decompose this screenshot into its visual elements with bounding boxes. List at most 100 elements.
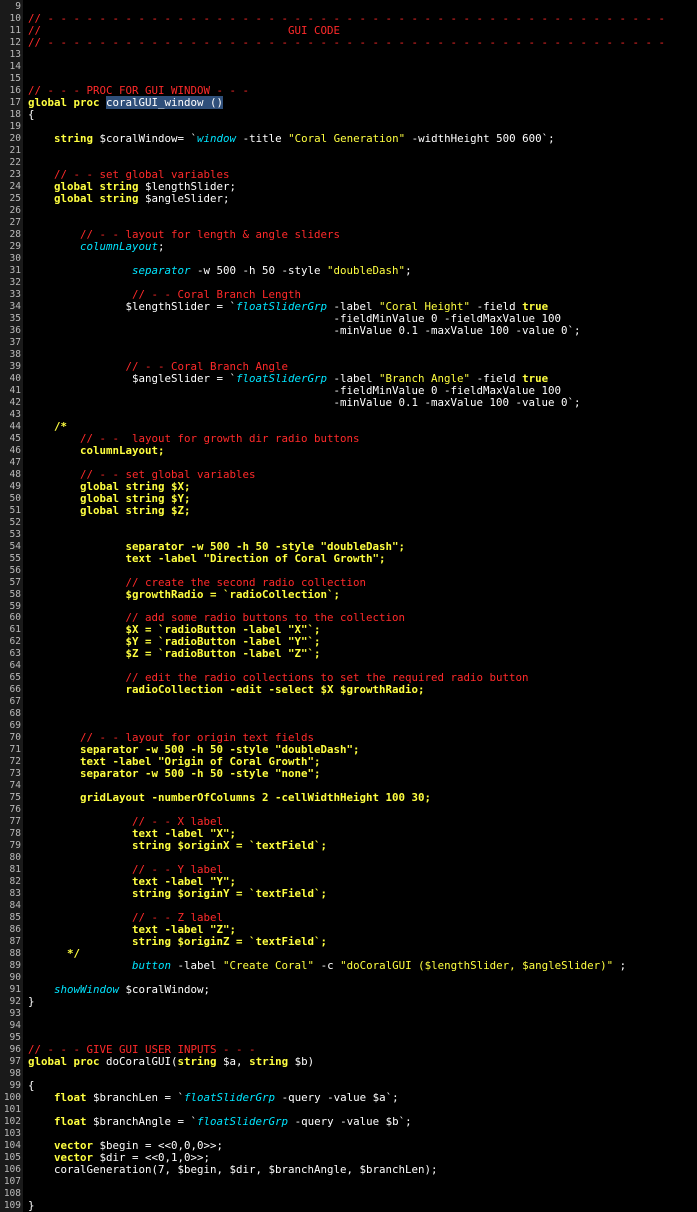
code-line[interactable]: 51 global string $Z; [0, 504, 697, 517]
code-token: ; [405, 263, 412, 277]
code-line[interactable]: 100 float $branchLen = `floatSliderGrp -… [0, 1092, 697, 1104]
line-number: 105 [3, 1152, 21, 1164]
line-number: 48 [9, 468, 21, 480]
code-token: "doCoralGUI ($lengthSlider, $angleSlider… [340, 959, 614, 973]
code-token: doCoralGUI( [99, 1055, 178, 1069]
code-line[interactable]: 109} [0, 1200, 697, 1212]
code-line[interactable]: 17 global proc coralGUI_window () [0, 95, 697, 109]
code-line[interactable]: 26 [0, 205, 697, 217]
code-token: separator [132, 263, 191, 277]
code-token: $a, [216, 1055, 250, 1069]
line-number: 66 [9, 684, 21, 696]
line-number: 78 [9, 828, 21, 840]
code-line[interactable]: 13 [0, 49, 697, 61]
code-token: gridLayout -numberOfColumns 2 -cellWidth… [28, 791, 432, 805]
code-token: -query -value $a`; [275, 1091, 399, 1105]
line-number: 102 [3, 1116, 21, 1128]
line-number: 33 [9, 288, 21, 300]
line-number: 29 [9, 240, 21, 252]
code-line[interactable]: 29 columnLayout; [0, 240, 697, 253]
code-token: { [28, 107, 35, 121]
code-text: // - - - - - - - - - - - - - - - - - - -… [28, 36, 665, 49]
code-token: $coralWindow= ` [93, 131, 198, 145]
code-line[interactable]: 66 radioCollection -edit -select $X $gro… [0, 684, 697, 696]
line-number: 104 [3, 1140, 21, 1152]
code-token: -minValue 0.1 -maxValue 100 -value 0`; [28, 395, 581, 409]
code-line[interactable]: 106 coralGeneration(7, $begin, $dir, $br… [0, 1164, 697, 1176]
code-token: $coralWindow; [119, 983, 211, 997]
code-line[interactable]: 52 [0, 517, 697, 529]
line-number: 42 [9, 396, 21, 408]
selected-text: coralGUI_window () [106, 95, 224, 109]
code-line[interactable]: 94 [0, 1020, 697, 1032]
code-line[interactable]: 63 $Z = `radioButton -label "Z"`; [0, 648, 697, 660]
code-line[interactable]: 18 { [0, 107, 697, 121]
line-number: 97 [9, 1056, 21, 1068]
code-line[interactable]: 75 gridLayout -numberOfColumns 2 -cellWi… [0, 792, 697, 804]
line-number: 108 [3, 1188, 21, 1199]
code-line[interactable]: 79 string $originX = `textField`; [0, 840, 697, 852]
code-line[interactable]: 37 [0, 337, 697, 349]
line-number: 67 [9, 696, 21, 708]
code-line[interactable]: 93 [0, 1008, 697, 1020]
code-text: global string $Z; [28, 504, 191, 517]
code-token: global proc [28, 1055, 100, 1069]
code-line[interactable]: 46 columnLayout; [0, 443, 697, 457]
code-line[interactable]: 107 [0, 1176, 697, 1188]
code-line[interactable]: 14 [0, 61, 697, 73]
code-text: text -label "Direction of Coral Growth"; [28, 552, 386, 565]
line-number: 79 [9, 840, 21, 852]
line-number: 37 [9, 336, 21, 348]
line-number: 44 [9, 420, 21, 432]
code-line[interactable]: 42 -minValue 0.1 -maxValue 100 -value 0`… [0, 395, 697, 409]
code-token: $Z = `radioButton -label "Z"`; [28, 647, 321, 661]
code-line[interactable]: 25 global string $angleSlider; [0, 192, 697, 205]
code-line[interactable]: 67 [0, 696, 697, 708]
line-number: 93 [9, 1008, 21, 1020]
code-line[interactable]: 58 $growthRadio = `radioCollection`; [0, 588, 697, 601]
code-line[interactable]: 55 text -label "Direction of Coral Growt… [0, 552, 697, 565]
line-number: 55 [9, 552, 21, 564]
code-token: "doubleDash" [327, 263, 406, 277]
code-text: separator -w 500 -h 50 -style "doubleDas… [28, 263, 412, 277]
code-line[interactable]: 21 [0, 145, 697, 157]
code-line[interactable]: 73 separator -w 500 -h 50 -style "none"; [0, 768, 697, 780]
line-number: 89 [9, 960, 21, 972]
code-line[interactable]: 20 string $coralWindow= `window -title "… [0, 131, 697, 145]
line-number: 25 [9, 192, 21, 204]
line-number: 96 [9, 1044, 21, 1056]
line-number: 90 [9, 972, 21, 984]
code-line[interactable]: 68 [0, 708, 697, 720]
code-line[interactable]: 89 button -label "Create Coral" -c "doCo… [0, 960, 697, 972]
line-number: 98 [9, 1068, 21, 1080]
code-line[interactable]: 83 string $originY = `textField`; [0, 888, 697, 900]
code-line[interactable]: 91 showWindow $coralWindow; [0, 984, 697, 996]
code-line[interactable]: 97 global proc doCoralGUI(string $a, stri… [0, 1056, 697, 1068]
code-token: "Create Coral" [223, 959, 315, 973]
line-number: 68 [9, 708, 21, 720]
line-number: 73 [9, 768, 21, 780]
code-line[interactable]: 92} [0, 996, 697, 1008]
line-number: 52 [9, 516, 21, 528]
line-number: 57 [9, 576, 21, 588]
code-line[interactable]: 12 // - - - - - - - - - - - - - - - - - -… [0, 36, 697, 49]
code-line[interactable]: 36 -minValue 0.1 -maxValue 100 -value 0`… [0, 324, 697, 337]
code-line[interactable]: 102 float $branchAngle = `floatSliderGrp… [0, 1116, 697, 1128]
code-token: string $originX = `textField`; [28, 839, 328, 853]
code-editor[interactable]: 9 10 // - - - - - - - - - - - - - - - - - … [0, 0, 697, 1212]
line-number: 35 [9, 312, 21, 324]
code-token: } [28, 995, 35, 1009]
code-text: float $branchLen = `floatSliderGrp -quer… [28, 1092, 399, 1104]
code-line[interactable]: 108 [0, 1188, 697, 1200]
line-number: 12 [9, 36, 21, 48]
code-line[interactable]: 98 [0, 1068, 697, 1080]
line-number: 75 [9, 792, 21, 804]
line-number: 47 [9, 456, 21, 468]
line-number: 91 [9, 984, 21, 996]
code-token: columnLayout; [28, 443, 165, 457]
code-line[interactable]: 87 string $originZ = `textField`; [0, 936, 697, 948]
code-line[interactable]: 43 [0, 409, 697, 421]
code-line[interactable]: 31 separator -w 500 -h 50 -style "double… [0, 263, 697, 277]
